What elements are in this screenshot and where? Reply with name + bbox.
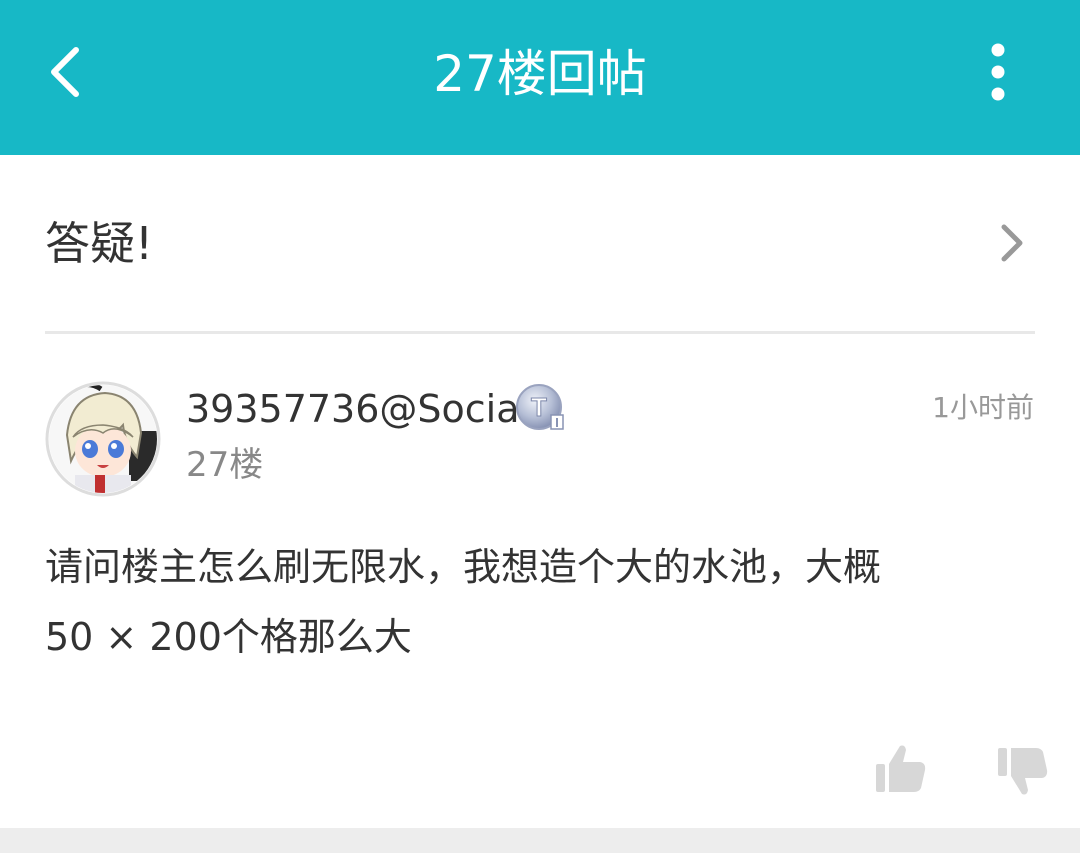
username[interactable]: 39357736@Social: [186, 382, 530, 436]
topic-link-row[interactable]: 答疑!: [0, 155, 1080, 332]
page-title: 27楼回帖: [433, 45, 647, 103]
level-badge-icon: T: [515, 383, 567, 435]
thumbs-down-icon: [998, 748, 1048, 795]
more-options-button[interactable]: [968, 36, 1028, 108]
bottom-separator: [0, 828, 1080, 853]
thumbs-up-icon: [876, 745, 926, 792]
top-app-bar: 27楼回帖: [0, 0, 1080, 155]
divider: [45, 331, 1035, 334]
post-timestamp: 1小时前: [932, 391, 1034, 424]
floor-label: 27楼: [186, 445, 264, 485]
dislike-button[interactable]: [994, 744, 1050, 798]
avatar[interactable]: [45, 381, 161, 497]
post-content: 请问楼主怎么刷无限水，我想造个大的水池，大概 50 × 200个格那么大: [45, 545, 882, 659]
more-vertical-icon: [991, 43, 1005, 101]
topic-title: 答疑!: [45, 217, 154, 270]
chevron-right-icon: [992, 217, 1032, 269]
like-button[interactable]: [872, 742, 928, 796]
badge-letter: T: [531, 392, 547, 422]
